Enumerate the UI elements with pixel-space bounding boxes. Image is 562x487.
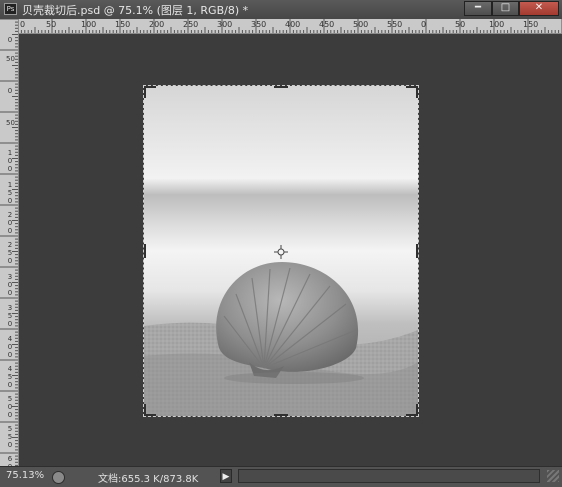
ruler-label: 200	[7, 211, 13, 235]
ruler-label: 550	[7, 425, 13, 449]
ruler-label: 100	[7, 149, 13, 173]
ruler-label: 50	[455, 20, 466, 29]
ruler-label: 450	[319, 20, 335, 29]
maximize-button[interactable]: □	[492, 1, 519, 16]
ruler-label: 50	[46, 20, 57, 29]
ruler-label: 0	[20, 20, 26, 29]
ruler-label: 0	[421, 20, 427, 29]
ruler-label: 100	[489, 20, 505, 29]
ruler-label: 200	[149, 20, 165, 29]
ruler-label: 250	[7, 241, 13, 265]
document-title-bar[interactable]: Ps 贝壳裁切后.psd @ 75.1% (图层 1, RGB/8) * ━ □…	[0, 0, 562, 20]
document-canvas[interactable]	[141, 83, 421, 419]
ruler-label: 300	[7, 273, 13, 297]
ruler-label: 0	[7, 87, 13, 95]
ruler-label: 500	[353, 20, 369, 29]
photoshop-app-icon: Ps	[4, 3, 17, 15]
crop-handle-top-right[interactable]	[407, 83, 421, 97]
crop-handle-top[interactable]	[273, 83, 289, 91]
ruler-label: 50	[6, 55, 15, 63]
crop-handle-bottom[interactable]	[273, 411, 289, 419]
resize-grip-icon[interactable]	[547, 470, 559, 482]
status-bar: 75.13% 文档:655.3 K/873.8K ▶	[0, 466, 562, 487]
status-menu-arrow-button[interactable]: ▶	[220, 469, 232, 483]
ruler-label: 350	[251, 20, 267, 29]
ruler-label: 0	[7, 36, 13, 44]
close-button[interactable]: ✕	[519, 1, 559, 16]
ruler-label: 250	[183, 20, 199, 29]
ruler-label: 550	[387, 20, 403, 29]
ruler-label: 150	[7, 181, 13, 205]
ruler-label: 350	[7, 304, 13, 328]
zoom-level[interactable]: 75.13%	[6, 470, 44, 481]
ruler-label: 150	[115, 20, 131, 29]
center-crosshair-icon[interactable]	[274, 245, 288, 259]
ruler-label: 100	[81, 20, 97, 29]
vertical-ruler[interactable]: 0 50 0 50 100 150 200 250 300 350 400 45…	[0, 19, 19, 466]
document-size: 文档:655.3 K/873.8K	[98, 474, 199, 485]
ruler-label: 50	[6, 119, 15, 127]
ruler-label: 450	[7, 365, 13, 389]
ruler-label: 400	[7, 335, 13, 359]
crop-handle-top-left[interactable]	[141, 83, 155, 97]
minimize-button[interactable]: ━	[464, 1, 492, 16]
crop-handle-right[interactable]	[413, 243, 421, 259]
ruler-label: 400	[285, 20, 301, 29]
crop-handle-bottom-right[interactable]	[407, 405, 421, 419]
ruler-label: 500	[7, 395, 13, 419]
crop-handle-bottom-left[interactable]	[141, 405, 155, 419]
document-info-icon[interactable]	[52, 471, 65, 484]
ruler-label: 600	[7, 455, 13, 466]
horizontal-scrollbar[interactable]	[238, 469, 540, 483]
ruler-label: 150	[523, 20, 539, 29]
horizontal-ruler[interactable]: 0 50 100 150 200 250 300 350 400 450 500…	[18, 19, 562, 34]
document-title: 贝壳裁切后.psd @ 75.1% (图层 1, RGB/8) *	[22, 4, 249, 17]
crop-handle-left[interactable]	[141, 243, 149, 259]
ruler-label: 300	[217, 20, 233, 29]
